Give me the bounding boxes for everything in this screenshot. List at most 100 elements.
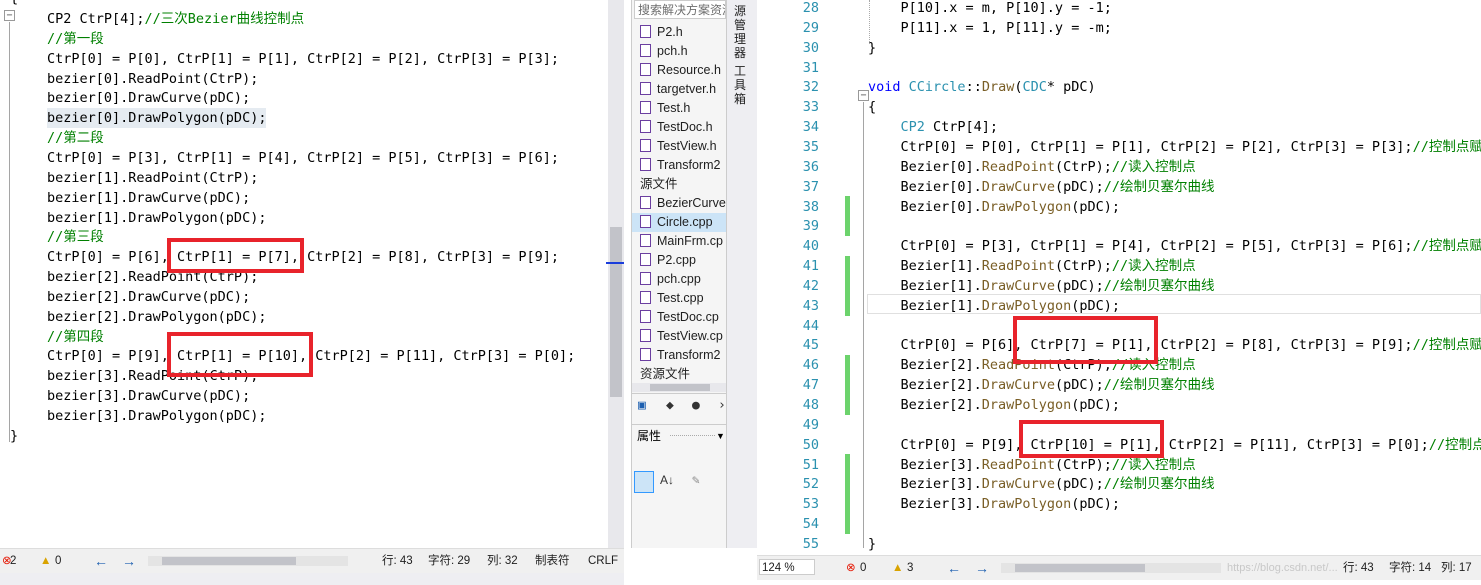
git-icon[interactable]: ◆: [666, 398, 674, 413]
team-icon[interactable]: ●: [692, 398, 700, 413]
solution-item[interactable]: Circle.cpp: [632, 213, 727, 232]
code-line[interactable]: CtrP[0] = P[0], CtrP[1] = P[1], CtrP[2] …: [868, 137, 1481, 157]
code-line[interactable]: Bezier[2].DrawCurve(pDC);//绘制贝塞尔曲线: [868, 375, 1215, 395]
collapse-toggle-draw[interactable]: −: [858, 90, 869, 101]
eol-indicator[interactable]: CRLF: [588, 549, 618, 573]
solution-item[interactable]: TestDoc.cp: [640, 308, 719, 327]
alphabetical-icon[interactable]: A↓: [660, 473, 674, 487]
solution-item[interactable]: TestView.cp: [640, 327, 723, 346]
solution-item-label: pch.h: [657, 44, 688, 58]
zoom-select[interactable]: 124 %: [759, 559, 815, 575]
code-line[interactable]: void CCircle::Draw(CDC* pDC): [868, 77, 1096, 97]
code-line[interactable]: bezier[2].DrawCurve(pDC);: [47, 287, 250, 307]
code-line[interactable]: P[10].x = m, P[10].y = -1;: [868, 0, 1112, 18]
solution-item[interactable]: pch.h: [640, 42, 688, 61]
solution-item[interactable]: Transform2: [640, 156, 720, 175]
wrench-icon[interactable]: ✎: [692, 473, 700, 488]
line-number: 45: [802, 337, 819, 354]
side-tab-solution-explorer[interactable]: 源管理器: [734, 4, 750, 60]
code-line[interactable]: }: [868, 534, 876, 553]
solution-item[interactable]: Transform2: [640, 346, 720, 365]
side-tab-toolbox[interactable]: 工具箱: [734, 64, 750, 106]
switch-view-icon[interactable]: ▣: [638, 398, 646, 413]
code-line[interactable]: Bezier[1].DrawCurve(pDC);//绘制贝塞尔曲线: [868, 276, 1215, 296]
code-line[interactable]: Bezier[1].ReadPoint(CtrP);//读入控制点: [868, 256, 1196, 276]
right-code-editor[interactable]: 28 P[10].x = m, P[10].y = -1; 29 P[11].x …: [757, 0, 1481, 553]
categorized-icon[interactable]: [634, 471, 654, 493]
code-line[interactable]: //第三段: [47, 227, 104, 247]
code-line[interactable]: CtrP[0] = P[0], CtrP[1] = P[1], CtrP[2] …: [47, 49, 559, 69]
solution-item-label: Test.h: [657, 101, 691, 115]
code-line[interactable]: CP2 CtrP[4];: [868, 117, 999, 137]
code-text: bezier[1].DrawPolygon(pDC);: [47, 209, 267, 226]
nav-forward-icon[interactable]: →: [122, 549, 136, 573]
code-line[interactable]: bezier[1].ReadPoint(CtrP);: [47, 168, 258, 188]
code-line[interactable]: bezier[2].DrawPolygon(pDC);: [47, 307, 266, 327]
solution-item[interactable]: Resource.h: [640, 61, 721, 80]
code-line[interactable]: //第二段: [47, 128, 104, 148]
code-text: bezier[2].DrawPolygon(pDC);: [47, 308, 267, 325]
code-line[interactable]: Bezier[2].DrawPolygon(pDC);: [868, 395, 1120, 415]
sol-hscroll[interactable]: [632, 383, 727, 392]
solution-item[interactable]: BezierCurve: [640, 194, 726, 213]
char-indicator: 字符: 29: [428, 555, 471, 567]
code-line[interactable]: bezier[3].DrawCurve(pDC);: [47, 386, 250, 406]
code-line[interactable]: {: [868, 97, 876, 117]
error-count[interactable]: 2: [10, 549, 16, 573]
code-line[interactable]: bezier[0].DrawPolygon(pDC);: [47, 108, 267, 129]
code-line[interactable]: CP2 CtrP[4];//三次Bezier曲线控制点: [47, 9, 304, 29]
warning-count[interactable]: 0: [55, 549, 61, 573]
code-text: bezier[1].ReadPoint(CtrP);: [47, 169, 259, 186]
left-horizontal-scrollbar[interactable]: [148, 556, 348, 566]
code-line[interactable]: bezier[3].DrawPolygon(pDC);: [47, 406, 266, 426]
code-line[interactable]: //第四段: [47, 327, 104, 347]
code-line[interactable]: CtrP[0] = P[3], CtrP[1] = P[4], CtrP[2] …: [868, 236, 1481, 256]
code-line[interactable]: bezier[1].DrawPolygon(pDC);: [47, 208, 266, 228]
solution-item[interactable]: P2.h: [640, 23, 683, 42]
code-line[interactable]: Bezier[0].DrawPolygon(pDC);: [868, 197, 1120, 217]
code-line[interactable]: Bezier[3].DrawPolygon(pDC);: [868, 494, 1120, 514]
left-code-editor[interactable]: − { CP2 CtrP[4];//三次Bezier曲线控制点//第一段CtrP…: [0, 0, 624, 548]
close-brace: }: [10, 428, 19, 444]
sol-hscroll-thumb[interactable]: [650, 384, 710, 391]
solution-explorer[interactable]: 搜索解决方案资源 P2.h pch.h Resource.h targetver.h T…: [631, 0, 727, 548]
code-line[interactable]: Bezier[3].DrawCurve(pDC);//绘制贝塞尔曲线: [868, 474, 1215, 494]
left-hscroll-thumb[interactable]: [162, 557, 296, 565]
code-text: bezier[0].ReadPoint(CtrP);: [47, 70, 259, 87]
nav-back-icon[interactable]: ←: [947, 556, 961, 580]
code-line[interactable]: bezier[0].ReadPoint(CtrP);: [47, 69, 258, 89]
solution-item[interactable]: TestDoc.h: [640, 118, 713, 137]
left-scroll-thumb[interactable]: [610, 227, 622, 397]
collapse-toggle[interactable]: −: [4, 10, 15, 21]
solution-item[interactable]: Test.cpp: [640, 289, 704, 308]
warning-count[interactable]: 3: [907, 556, 913, 580]
code-line[interactable]: P[11].x = 1, P[11].y = -m;: [868, 18, 1112, 38]
nav-back-icon[interactable]: ←: [94, 549, 108, 573]
solution-item[interactable]: MainFrm.cp: [640, 232, 723, 251]
solution-item[interactable]: pch.cpp: [640, 270, 701, 289]
code-text: bezier[3].DrawPolygon(pDC);: [47, 408, 267, 424]
code-line[interactable]: Bezier[0].ReadPoint(CtrP);//读入控制点: [868, 157, 1196, 177]
solution-item[interactable]: 源文件: [640, 175, 678, 194]
left-vertical-scrollbar[interactable]: [608, 0, 624, 548]
error-count[interactable]: 0: [860, 556, 866, 580]
nav-forward-icon[interactable]: →: [975, 556, 989, 580]
right-horizontal-scrollbar[interactable]: [1001, 563, 1221, 573]
code-line[interactable]: Bezier[0].DrawCurve(pDC);//绘制贝塞尔曲线: [868, 177, 1215, 197]
more-icon[interactable]: ›: [718, 398, 726, 413]
solution-item[interactable]: targetver.h: [640, 80, 716, 99]
chevron-down-icon[interactable]: ▼: [716, 425, 725, 447]
solution-item[interactable]: Test.h: [640, 99, 690, 118]
code-line[interactable]: CtrP[0] = P[6], CtrP[7] = P[1], CtrP[2] …: [868, 335, 1481, 355]
tab-indicator[interactable]: 制表符: [535, 549, 570, 573]
code-line[interactable]: //第一段: [47, 29, 104, 49]
code-line[interactable]: CtrP[0] = P[9], CtrP[10] = P[1], CtrP[2]…: [868, 435, 1481, 455]
solution-item[interactable]: 资源文件: [640, 365, 690, 384]
code-line[interactable]: CtrP[0] = P[3], CtrP[1] = P[4], CtrP[2] …: [47, 148, 559, 168]
solution-search-input[interactable]: 搜索解决方案资源: [634, 0, 726, 19]
right-hscroll-thumb[interactable]: [1015, 564, 1145, 572]
code-line[interactable]: bezier[1].DrawCurve(pDC);: [47, 188, 250, 208]
code-line[interactable]: bezier[0].DrawCurve(pDC);: [47, 88, 250, 108]
solution-item[interactable]: P2.cpp: [640, 251, 696, 270]
solution-item[interactable]: TestView.h: [640, 137, 717, 156]
